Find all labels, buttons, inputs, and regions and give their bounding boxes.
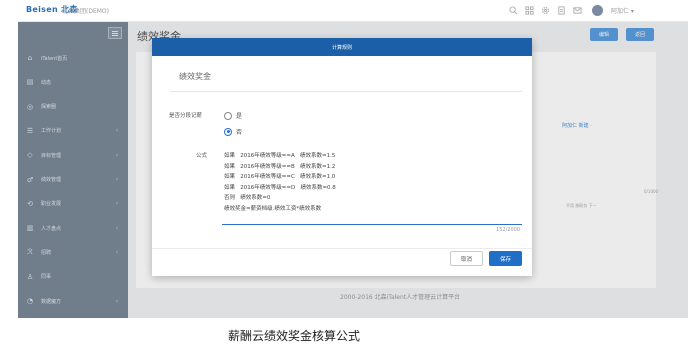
radio-no-circle[interactable] [224,127,232,136]
divider [170,91,522,92]
radio-option-no[interactable]: 否 [224,127,242,136]
formula-line: 如果 2016年绩效等级==C 绩效系数=1.0 [224,174,336,180]
cancel-button[interactable]: 取消 [450,251,483,266]
save-button[interactable]: 保存 [489,251,522,266]
radio-option-yes[interactable]: 是 [224,111,242,120]
caption-text: 薪酬云绩效奖金核算公式 [227,329,360,343]
dialog-header: 计算规则 [152,38,532,56]
dialog-footer-divider [152,248,532,249]
calculation-rule-dialog: 计算规则 绩效奖金 是否分段记薪 是 否 公式 如果 2016年绩效等级==A … [152,38,532,276]
dialog-title: 绩效奖金 [179,72,211,81]
formula-label: 公式 [196,153,208,159]
radio-yes-label: 是 [236,113,243,120]
image-caption: 薪酬云绩效奖金核算公式 [0,327,688,344]
formula-line: 否则 绩效系数=0 [224,195,271,201]
search-icon[interactable] [508,6,518,16]
mail-icon[interactable] [572,6,582,16]
top-bar: Beisen 北森 北森集团(DEMO) 阿加仁 ▾ [18,0,688,22]
gear-icon[interactable] [540,6,550,16]
apps-grid-icon[interactable] [524,6,534,16]
document-icon[interactable] [556,6,566,16]
radio-yes-circle[interactable] [224,111,232,120]
formula-line: 绩效奖金=薪资档级.绩效工资*绩效系数 [224,205,322,212]
formula-line: 如果 2016年绩效等级==D 绩效系数=0.8 [224,184,336,191]
user-avatar[interactable] [592,5,603,16]
company-name: 北森集团(DEMO) [62,8,109,15]
user-menu[interactable]: 阿加仁 ▾ [611,6,634,15]
formula-line: 如果 2016年绩效等级==A 绩效系数=1.5 [224,153,336,159]
top-toolbar: 阿加仁 ▾ [508,5,634,16]
formula-char-count: 152/2000 [496,227,520,233]
segmented-pay-label: 是否分段记薪 [169,113,203,119]
formula-textarea[interactable]: 如果 2016年绩效等级==A 绩效系数=1.5 如果 2016年绩效等级==B … [222,148,522,233]
formula-line: 如果 2016年绩效等级==B 绩效系数=1.2 [224,163,336,170]
radio-no-label: 否 [236,129,243,136]
